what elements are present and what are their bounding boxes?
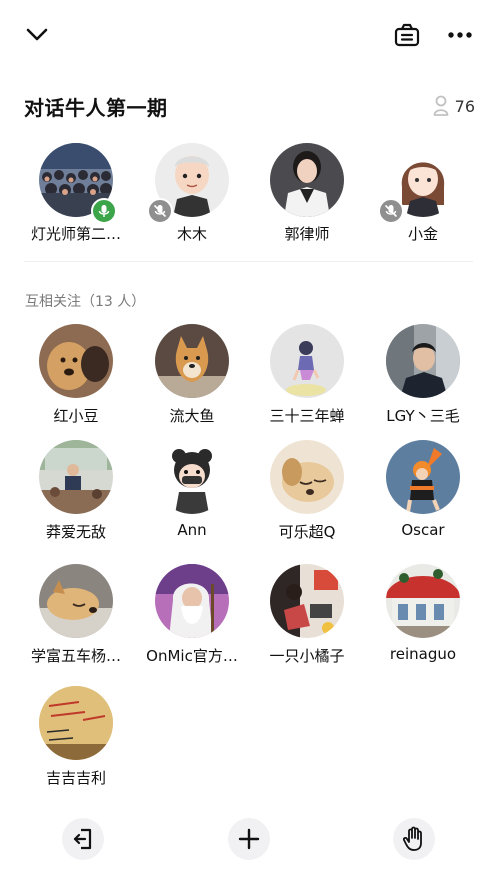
listener-count[interactable]: 76 (433, 95, 475, 117)
speaker-name: 灯光师第二… (30, 225, 121, 243)
member-name: reinaguo (389, 645, 457, 663)
member-item[interactable]: LGY丶三毛 (365, 324, 481, 426)
member-name: 流大鱼 (169, 407, 215, 425)
member-item[interactable]: OnMic官方… (134, 564, 250, 666)
speaker[interactable]: 小金 (365, 143, 481, 244)
avatar (386, 324, 460, 398)
member-name: 红小豆 (53, 407, 99, 425)
avatar (39, 686, 113, 760)
section-title: 互相关注（13 人） (25, 294, 146, 310)
speaker-name: 郭律师 (284, 225, 330, 243)
avatar (270, 440, 344, 514)
mic-muted-icon (147, 198, 173, 224)
speaker-name: 木木 (176, 225, 207, 243)
avatar (155, 440, 229, 514)
member-item[interactable]: 红小豆 (18, 324, 134, 426)
member-item[interactable]: 流大鱼 (134, 324, 250, 426)
plus-icon (238, 828, 260, 850)
avatar (155, 324, 229, 398)
member-name: 一只小橘子 (269, 647, 345, 665)
raise-hand-icon (403, 826, 422, 851)
member-item[interactable]: 学富五车杨… (18, 564, 134, 666)
speaker[interactable]: 郭律师 (249, 143, 365, 244)
raise-hand-button[interactable] (393, 818, 435, 860)
avatar (270, 143, 344, 217)
avatar (39, 440, 113, 514)
bottom-bar (0, 815, 497, 863)
mic-muted-icon (378, 198, 404, 224)
member-name: Oscar (401, 521, 445, 539)
speakers-row: 灯光师第二… 木木 郭律师 小金 (0, 143, 497, 253)
member-name: 可乐超Q (278, 523, 336, 541)
member-name: 学富五车杨… (30, 647, 121, 665)
mic-on-icon (91, 198, 117, 224)
member-item[interactable]: 吉吉吉利 (18, 686, 134, 788)
member-item[interactable]: 可乐超Q (249, 440, 365, 542)
member-item[interactable]: Ann (134, 440, 250, 539)
chevron-down-icon[interactable] (22, 22, 52, 48)
member-name: 吉吉吉利 (45, 769, 106, 787)
member-name: 莽爱无敌 (45, 523, 106, 541)
speaker[interactable]: 灯光师第二… (18, 143, 134, 244)
member-item[interactable]: 一只小橘子 (249, 564, 365, 666)
member-item[interactable]: 三十三年蝉 (249, 324, 365, 426)
member-name: Ann (177, 521, 207, 539)
member-item[interactable]: reinaguo (365, 564, 481, 663)
member-name: OnMic官方… (146, 647, 238, 665)
avatar (155, 564, 229, 638)
exit-icon (73, 828, 92, 850)
person-icon (433, 95, 449, 116)
divider (24, 261, 473, 262)
member-name: LGY丶三毛 (386, 407, 460, 425)
member-item[interactable]: Oscar (365, 440, 481, 539)
room-title: 对话牛人第一期 (24, 96, 168, 120)
member-item[interactable]: 莽爱无敌 (18, 440, 134, 542)
more-dots-icon[interactable] (444, 20, 476, 50)
avatar (270, 324, 344, 398)
avatar (270, 564, 344, 638)
speaker-name: 小金 (407, 225, 438, 243)
add-button[interactable] (228, 818, 270, 860)
avatar (39, 564, 113, 638)
avatar (386, 564, 460, 638)
avatar (39, 324, 113, 398)
member-name: 三十三年蝉 (269, 407, 345, 425)
listener-count-value: 76 (454, 96, 475, 116)
speaker[interactable]: 木木 (134, 143, 250, 244)
leave-button[interactable] (62, 818, 104, 860)
avatar (386, 440, 460, 514)
notice-board-icon[interactable] (392, 20, 422, 50)
top-bar (0, 0, 497, 70)
